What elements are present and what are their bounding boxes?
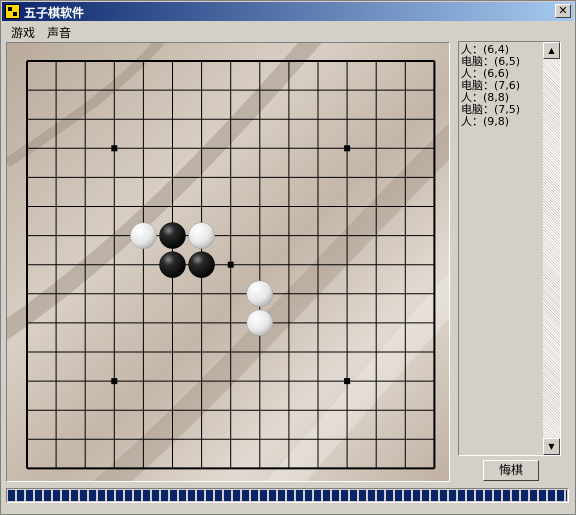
menu-game[interactable]: 游戏 xyxy=(11,24,35,41)
white-stone xyxy=(246,309,274,337)
move-list-scrollbar[interactable]: ▲ ▼ xyxy=(542,42,560,455)
black-stone xyxy=(159,222,186,249)
move-list-item: 人：(9,8) xyxy=(461,115,510,128)
app-window: 五子棋软件 ✕ 游戏 声音 人：(6,4) 电脑：(6,5) 人：(6,6) 电… xyxy=(0,0,576,515)
black-stone xyxy=(159,251,186,278)
board-canvas[interactable] xyxy=(7,43,450,482)
game-board[interactable] xyxy=(6,42,450,482)
title-bar[interactable]: 五子棋软件 ✕ xyxy=(2,2,574,21)
undo-button[interactable]: 悔棋 xyxy=(483,460,539,481)
white-stone xyxy=(130,222,157,249)
star-point xyxy=(344,378,351,385)
progress-fill xyxy=(8,490,567,501)
scroll-up-arrow-icon[interactable]: ▲ xyxy=(543,42,560,59)
star-point xyxy=(111,145,118,152)
white-stone xyxy=(246,280,274,308)
white-stone xyxy=(188,222,215,249)
star-point xyxy=(227,261,234,268)
scroll-down-arrow-icon[interactable]: ▼ xyxy=(543,438,560,455)
menu-bar: 游戏 声音 xyxy=(2,22,574,40)
menu-sound[interactable]: 声音 xyxy=(47,24,71,41)
progress-bar xyxy=(6,488,569,503)
window-title: 五子棋软件 xyxy=(24,6,85,20)
black-stone xyxy=(188,251,215,278)
gomoku-app-icon xyxy=(5,4,20,19)
star-point xyxy=(344,145,351,152)
close-icon[interactable]: ✕ xyxy=(555,4,571,18)
star-point xyxy=(111,378,118,385)
